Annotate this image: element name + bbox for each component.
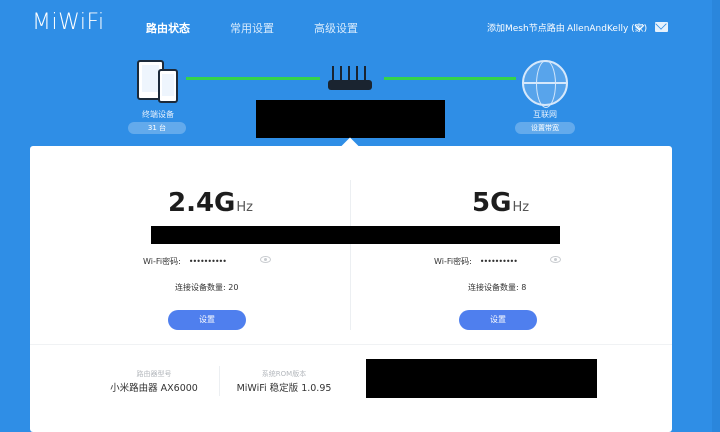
mail-icon[interactable] <box>655 22 668 32</box>
band-divider <box>350 180 351 330</box>
nav-common-settings[interactable]: 常用设置 <box>230 20 274 36</box>
wifi-password-label: Wi-Fi密码: <box>143 257 181 266</box>
router-body <box>328 80 372 90</box>
band-5g-unit: Hz <box>512 200 530 215</box>
internet-link-line <box>384 77 516 80</box>
router-model-label: 路由器型号 <box>136 370 172 378</box>
band-5g-title: 5GHz <box>472 188 529 218</box>
router-icon <box>322 64 378 94</box>
devices-icon[interactable] <box>137 60 185 104</box>
band-5g-name: 5G <box>472 188 512 218</box>
top-bar: MiWiFi 路由状态 常用设置 高级设置 添加Mesh节点路由 AllenAn… <box>0 0 720 50</box>
nav-router-status[interactable]: 路由状态 <box>146 20 190 36</box>
wifi-password-24g: Wi-Fi密码: •••••••••• <box>143 256 227 267</box>
nav-advanced-settings[interactable]: 高级设置 <box>314 20 358 36</box>
band-24g-title: 2.4GHz <box>168 188 253 218</box>
band-24g-name: 2.4G <box>168 188 236 218</box>
connected-count-5g: 连接设备数量: 8 <box>468 283 527 292</box>
band-24g-unit: Hz <box>236 200 254 215</box>
info-divider <box>30 344 672 345</box>
settings-24g-button[interactable]: 设置 <box>168 310 246 330</box>
redacted-router-name <box>256 100 445 138</box>
scrollbar[interactable] <box>712 0 720 432</box>
devices-label: 终端设备 <box>142 110 174 119</box>
miwifi-logo[interactable]: MiWiFi <box>32 10 105 35</box>
device-link-line <box>186 77 320 80</box>
connected-count-24g: 连接设备数量: 20 <box>175 283 239 292</box>
internet-label: 互联网 <box>533 110 557 119</box>
add-mesh-node-link[interactable]: 添加Mesh节点路由 <box>487 21 565 34</box>
redacted-info <box>366 359 597 398</box>
wifi-password-mask: •••••••••• <box>188 257 227 266</box>
wifi-password-5g: Wi-Fi密码: •••••••••• <box>434 256 518 267</box>
eye-icon[interactable] <box>550 256 561 263</box>
set-bandwidth-button[interactable]: 设置带宽 <box>515 122 575 134</box>
globe-icon <box>522 60 568 108</box>
rom-version-label: 系统ROM版本 <box>261 370 307 378</box>
router-model-value: 小米路由器 AX6000 <box>110 383 198 394</box>
devices-count-badge[interactable]: 31 台 <box>128 122 186 134</box>
redacted-ssid <box>151 226 560 244</box>
info-separator <box>219 366 220 396</box>
settings-5g-button[interactable]: 设置 <box>459 310 537 330</box>
eye-icon[interactable] <box>260 256 271 263</box>
phone-icon <box>158 69 178 103</box>
wifi-password-label: Wi-Fi密码: <box>434 257 472 266</box>
wifi-password-mask: •••••••••• <box>479 257 518 266</box>
rom-version-value: MiWiFi 稳定版 1.0.95 <box>236 383 332 394</box>
